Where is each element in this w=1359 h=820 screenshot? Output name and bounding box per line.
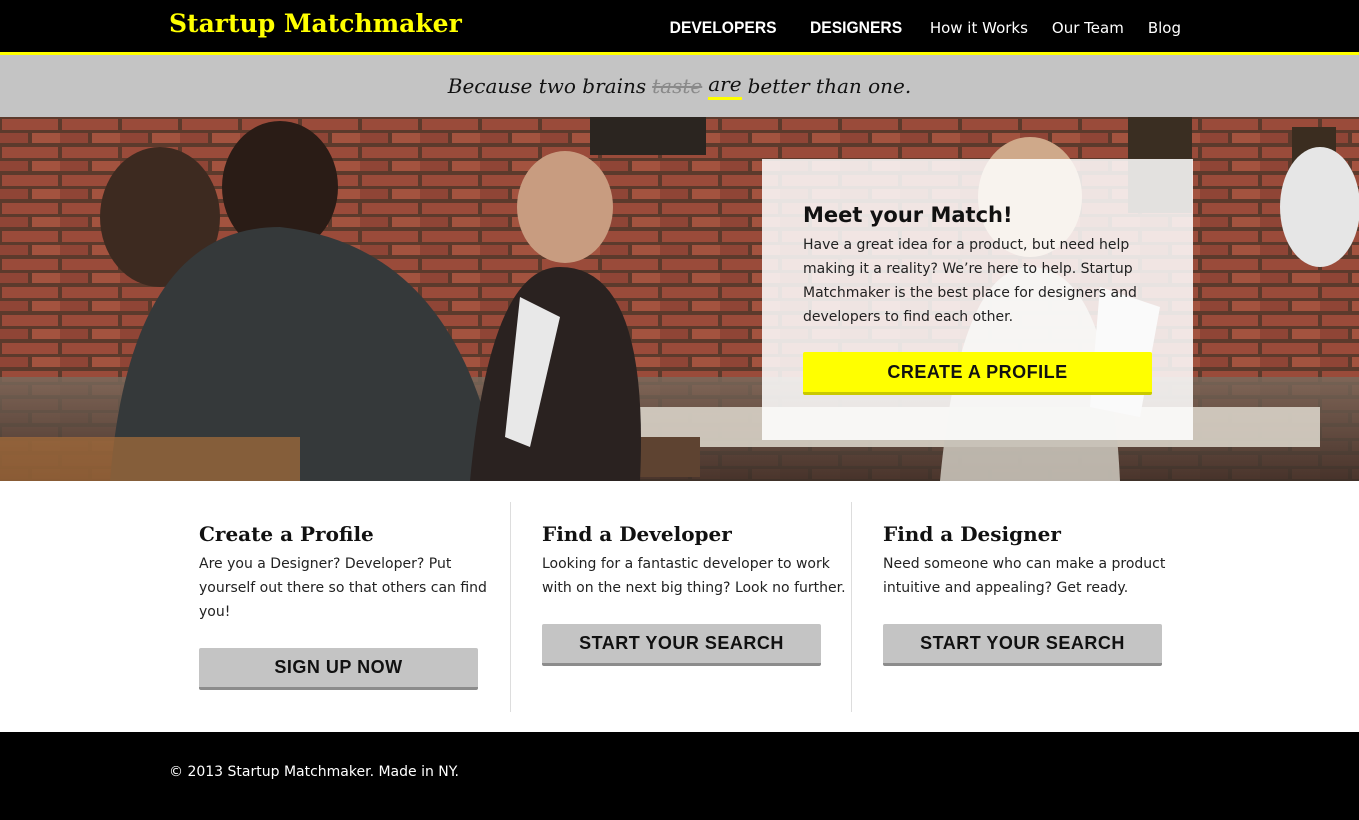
feature-title: Find a Designer: [883, 522, 1061, 546]
hero-callout-card: Meet your Match! Have a great idea for a…: [762, 159, 1193, 440]
nav-link-developers[interactable]: DEVELOPERS: [670, 18, 777, 38]
footer: © 2013 Startup Matchmaker. Made in NY.: [0, 732, 1359, 820]
hero-section: Meet your Match! Have a great idea for a…: [0, 117, 1359, 481]
feature-find-designer: Find a Designer Need someone who can mak…: [851, 502, 1192, 712]
feature-find-developer: Find a Developer Looking for a fantastic…: [510, 502, 851, 712]
feature-title: Find a Developer: [542, 522, 732, 546]
find-developer-search-button[interactable]: START YOUR SEARCH: [542, 624, 821, 666]
copyright-text: © 2013 Startup Matchmaker. Made in NY.: [169, 764, 459, 780]
nav-links: DEVELOPERS DESIGNERS How it Works Our Te…: [641, 0, 1181, 55]
feature-description: Need someone who can make a product intu…: [883, 556, 1166, 596]
nav-link-blog[interactable]: Blog: [1148, 19, 1181, 37]
top-navbar: Startup Matchmaker DEVELOPERS DESIGNERS …: [0, 0, 1359, 55]
create-profile-button[interactable]: CREATE A PROFILE: [803, 352, 1152, 395]
tagline-end: better than one.: [747, 74, 912, 98]
hero-title: Meet your Match!: [803, 203, 1013, 227]
tagline-underlined-word: are: [708, 72, 742, 100]
feature-description: Are you a Designer? Developer? Put yours…: [199, 556, 487, 620]
feature-description: Looking for a fantastic developer to wor…: [542, 556, 846, 596]
tagline-banner: Because two brains taste are better than…: [0, 55, 1359, 117]
tagline-start: Because two brains: [447, 74, 647, 98]
hero-description: Have a great idea for a product, but nee…: [803, 237, 1137, 325]
nav-link-designers[interactable]: DESIGNERS: [810, 18, 902, 38]
features-section: Create a Profile Are you a Designer? Dev…: [0, 481, 1359, 732]
brand-logo-link[interactable]: Startup Matchmaker: [169, 9, 462, 38]
nav-link-our-team[interactable]: Our Team: [1052, 19, 1124, 37]
sign-up-now-button[interactable]: SIGN UP NOW: [199, 648, 478, 690]
tagline-struck-word: taste: [652, 74, 703, 98]
nav-link-how-it-works[interactable]: How it Works: [930, 19, 1028, 37]
feature-title: Create a Profile: [199, 522, 374, 546]
find-designer-search-button[interactable]: START YOUR SEARCH: [883, 624, 1162, 666]
feature-create-profile: Create a Profile Are you a Designer? Dev…: [169, 502, 510, 712]
